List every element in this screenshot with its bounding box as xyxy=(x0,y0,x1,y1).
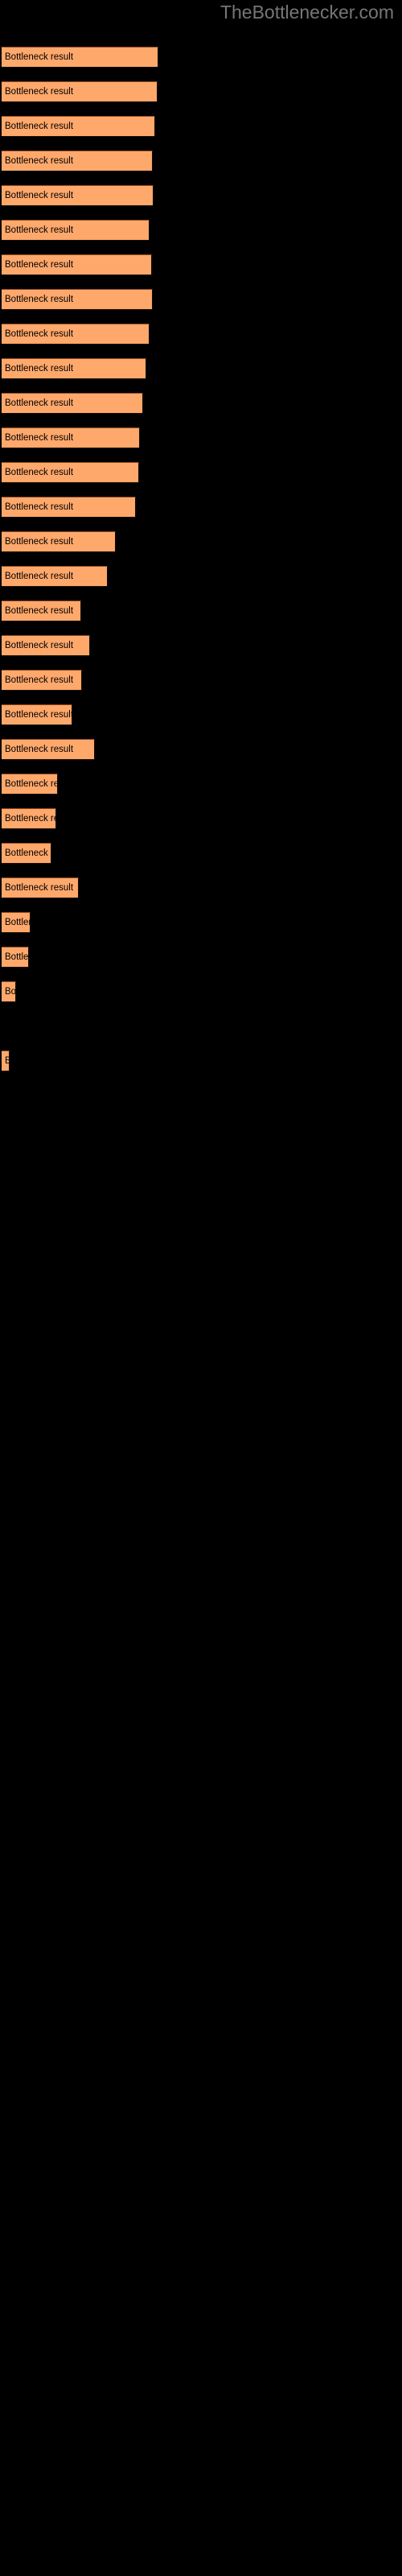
bar-row: Bottleneck result xyxy=(0,185,402,208)
bottleneck-result-bar[interactable]: Bottleneck result xyxy=(2,981,16,1002)
bar-row: Bottleneck result xyxy=(0,566,402,588)
bar-row: Bottleneck result xyxy=(0,497,402,519)
bottleneck-result-bar[interactable]: Bottleneck result xyxy=(2,774,58,795)
bar-row: Bottleneck result xyxy=(0,947,402,969)
bottleneck-result-bar[interactable]: Bottleneck result xyxy=(2,185,154,206)
bar-label: Bottleneck result xyxy=(5,710,72,720)
bottleneck-result-bar[interactable]: Bottleneck result xyxy=(2,462,139,483)
bar-label: Bottleneck result xyxy=(5,156,74,166)
bar-row: Bottleneck result xyxy=(0,808,402,831)
bar-row: Bottleneck result xyxy=(0,116,402,138)
bottleneck-result-bar[interactable]: Bottleneck result xyxy=(2,704,72,725)
bar-label: Bottleneck result xyxy=(5,987,16,997)
bar-label: Bottleneck result xyxy=(5,814,55,824)
bar-label: Bottleneck result xyxy=(5,191,74,200)
bar-row: Bottleneck result xyxy=(0,531,402,554)
bar-label: Bottleneck result xyxy=(5,918,30,927)
bar-label: Bottleneck result xyxy=(5,606,74,616)
bar-row: Bottleneck result xyxy=(0,254,402,277)
bar-label: Bottleneck result xyxy=(5,468,74,477)
bar-label: Bottleneck result xyxy=(5,572,74,581)
bottleneck-result-bar[interactable]: Bottleneck result xyxy=(2,427,140,448)
bar-label: Bottleneck result xyxy=(5,537,74,547)
bar-row: Bottleneck result xyxy=(0,393,402,415)
bottleneck-result-bar[interactable]: Bottleneck result xyxy=(2,220,150,241)
bar-row: Bottleneck result xyxy=(0,81,402,104)
bottleneck-result-bar[interactable]: Bottleneck result xyxy=(2,358,146,379)
bottleneck-result-bar[interactable]: Bottleneck result xyxy=(2,947,29,968)
bottleneck-result-bar[interactable]: Bottleneck result xyxy=(2,324,150,345)
bottleneck-result-bar[interactable]: Bottleneck result xyxy=(2,151,153,171)
bar-row: Bottleneck result xyxy=(0,289,402,312)
bottleneck-result-bar[interactable]: Bottleneck result xyxy=(2,497,136,518)
bar-label: Bottleneck result xyxy=(5,641,74,650)
bottleneck-result-bar[interactable]: Bottleneck result xyxy=(2,47,158,68)
bottleneck-result-bar[interactable]: Bottleneck result xyxy=(2,566,108,587)
bar-label: Bottleneck result xyxy=(5,952,29,962)
bottleneck-bar-chart: Bottleneck result Bottleneck result Bottle… xyxy=(0,0,402,2576)
bar-row: Bottleneck result xyxy=(0,1016,402,1038)
bar-row: Bottleneck result xyxy=(0,670,402,692)
bar-row: Bottleneck result xyxy=(0,462,402,485)
bottleneck-result-bar[interactable]: Bottleneck result xyxy=(2,877,79,898)
bar-row: Bottleneck result xyxy=(0,774,402,796)
bar-label: Bottleneck result xyxy=(5,848,51,858)
bottleneck-result-bar[interactable]: Bottleneck result xyxy=(2,116,155,137)
bar-label: Bottleneck result xyxy=(5,745,74,754)
bar-row: Bottleneck result xyxy=(0,151,402,173)
bottleneck-result-bar[interactable]: Bottleneck result xyxy=(2,739,95,760)
bottleneck-result-bar[interactable]: Bottleneck result xyxy=(2,81,158,102)
bar-row: Bottleneck result xyxy=(0,324,402,346)
bar-row: Bottleneck result xyxy=(0,739,402,762)
bar-label: Bottleneck result xyxy=(5,433,74,443)
bar-label: Bottleneck result xyxy=(5,502,74,512)
bar-label: Bottleneck result xyxy=(5,329,74,339)
bottleneck-result-bar[interactable]: Bottleneck result xyxy=(2,601,81,621)
bar-label: Bottleneck result xyxy=(5,87,74,97)
bottleneck-result-bar[interactable]: Bottleneck result xyxy=(2,1051,10,1071)
bar-row: Bottleneck result xyxy=(0,1051,402,1073)
bar-row: Bottleneck result xyxy=(0,635,402,658)
bottleneck-chart-page: TheBottlenecker.com Bottleneck result Bot… xyxy=(0,0,402,2576)
bottleneck-result-bar[interactable]: Bottleneck result xyxy=(2,808,56,829)
bar-row: Bottleneck result xyxy=(0,912,402,935)
bar-label: Bottleneck result xyxy=(5,779,57,789)
bar-row: Bottleneck result xyxy=(0,704,402,727)
bar-row: Bottleneck result xyxy=(0,358,402,381)
bottleneck-result-bar[interactable]: Bottleneck result xyxy=(2,531,116,552)
bar-row: Bottleneck result xyxy=(0,981,402,1004)
bar-row: Bottleneck result xyxy=(0,220,402,242)
bar-label: Bottleneck result xyxy=(5,225,74,235)
bar-row: Bottleneck result xyxy=(0,877,402,900)
bar-row: Bottleneck result xyxy=(0,47,402,69)
bar-row: Bottleneck result xyxy=(0,843,402,865)
bottleneck-result-bar[interactable]: Bottleneck result xyxy=(2,912,31,933)
bar-label: Bottleneck result xyxy=(5,260,74,270)
bottleneck-result-bar[interactable]: Bottleneck result xyxy=(2,254,152,275)
bar-label: Bottleneck result xyxy=(5,295,74,304)
bar-label: Bottleneck result xyxy=(5,398,74,408)
bar-row: Bottleneck result xyxy=(0,601,402,623)
bottleneck-result-bar[interactable]: Bottleneck result xyxy=(2,635,90,656)
bar-label: Bottleneck result xyxy=(5,364,74,374)
bottleneck-result-bar[interactable]: Bottleneck result xyxy=(2,843,51,864)
bottleneck-result-bar[interactable]: Bottleneck result xyxy=(2,289,153,310)
bar-label: Bottleneck result xyxy=(5,122,74,131)
bar-row: Bottleneck result xyxy=(0,427,402,450)
bottleneck-result-bar[interactable]: Bottleneck result xyxy=(2,393,143,414)
bottleneck-result-bar[interactable]: Bottleneck result xyxy=(2,670,82,691)
bar-label: Bottleneck result xyxy=(5,1051,9,1071)
bar-label: Bottleneck result xyxy=(5,675,74,685)
bar-label: Bottleneck result xyxy=(5,52,74,62)
bar-label: Bottleneck result xyxy=(5,883,74,893)
